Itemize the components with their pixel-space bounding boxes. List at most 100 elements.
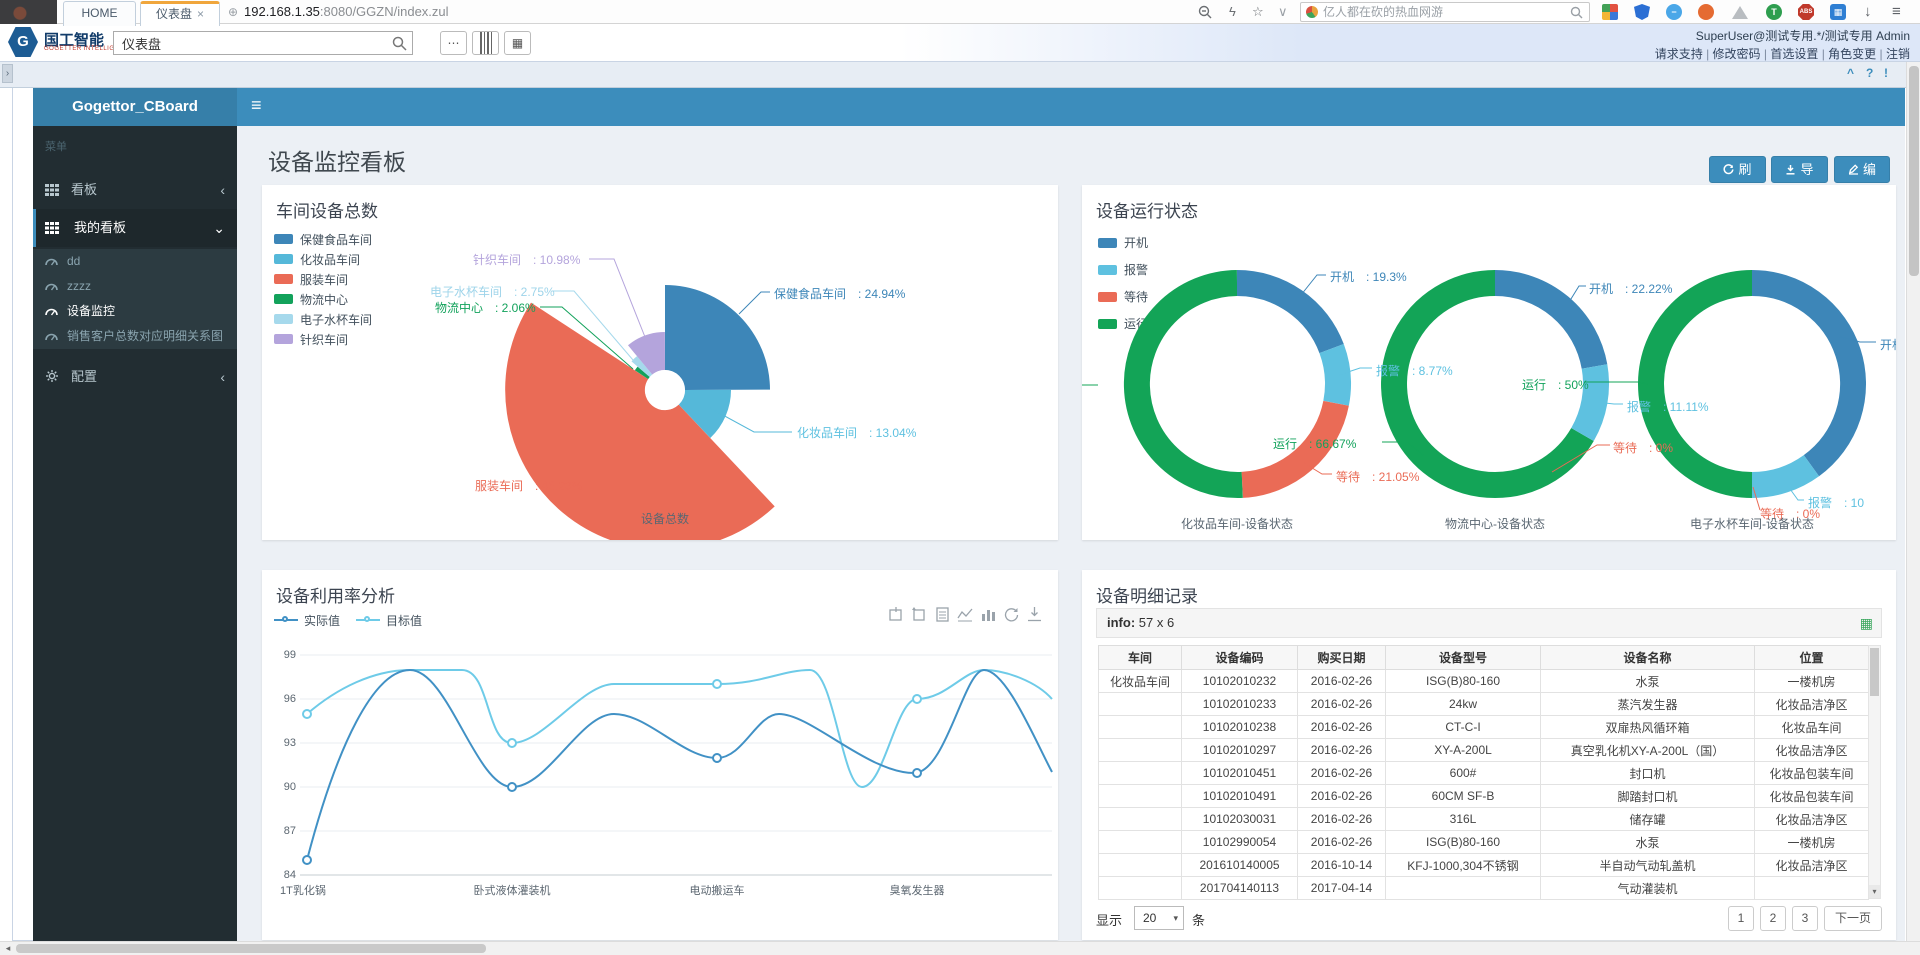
- url-bar[interactable]: 192.168.1.35:8080/GGZN/index.zul: [244, 0, 449, 24]
- next-page-button[interactable]: 下一页: [1824, 906, 1882, 931]
- page-button[interactable]: 1: [1728, 906, 1754, 931]
- tab-home[interactable]: HOME: [63, 1, 136, 26]
- table-scroll-down-icon[interactable]: ▾: [1869, 885, 1880, 898]
- refresh-button[interactable]: 刷新: [1709, 156, 1766, 183]
- table-scrollbar-thumb[interactable]: [1870, 648, 1879, 696]
- cboard-brand[interactable]: Gogettor_CBoard: [33, 88, 237, 126]
- donut1-caption: 化妆品车间-设备状态: [1137, 515, 1337, 532]
- slice-baojian[interactable]: [665, 285, 770, 390]
- more-options-button[interactable]: ⋯: [440, 31, 467, 55]
- sidebar-subitem[interactable]: 设备监控: [33, 299, 237, 324]
- sidebar-subitem[interactable]: zzzz: [33, 274, 237, 299]
- quick-launch-icon[interactable]: ϟ: [1229, 1, 1236, 23]
- browser-extension-block-icon[interactable]: −: [1666, 4, 1682, 20]
- table-header-cell[interactable]: 设备名称: [1541, 646, 1755, 670]
- dropdown-caret-icon[interactable]: ∨: [1278, 1, 1288, 23]
- scrollbar-thumb[interactable]: [1909, 66, 1919, 276]
- help-icon[interactable]: ?: [1866, 66, 1873, 80]
- sidebar-toggle-icon[interactable]: ≡: [251, 95, 262, 116]
- donut-charts[interactable]: [1082, 185, 1896, 540]
- cell-location: 化妆品洁净区: [1755, 808, 1869, 831]
- browser-extension-triangle-icon[interactable]: [1732, 6, 1748, 19]
- tab-dashboard[interactable]: 仪表盘×: [140, 1, 220, 26]
- cell-location: 化妆品包装车间: [1755, 762, 1869, 785]
- account-link[interactable]: 首选设置: [1761, 47, 1819, 61]
- sidebar-item-boards[interactable]: 看板 ‹: [33, 171, 237, 209]
- edit-button[interactable]: 编辑: [1834, 156, 1890, 183]
- page-horizontal-scrollbar[interactable]: ◂: [0, 941, 1920, 955]
- tab-home-label: HOME: [82, 6, 118, 20]
- rose-pie-chart[interactable]: [262, 185, 1058, 540]
- scroll-left-icon[interactable]: ◂: [2, 942, 14, 955]
- qr-code-button[interactable]: ▦: [504, 31, 531, 55]
- donut2-label-baojing: 报警 : 11.11%: [1627, 398, 1709, 415]
- table-export-icon[interactable]: ▦: [1860, 609, 1873, 637]
- export-button[interactable]: 导出: [1771, 156, 1828, 183]
- y-tick: 93: [276, 737, 296, 749]
- cell-model: [1386, 877, 1541, 900]
- downloads-icon[interactable]: ↓: [1864, 0, 1872, 24]
- page-button[interactable]: 3: [1792, 906, 1818, 931]
- app-search-input[interactable]: [113, 31, 413, 55]
- table-header-cell[interactable]: 车间: [1099, 646, 1182, 670]
- zoom-out-icon[interactable]: [1198, 5, 1212, 19]
- app-search-icon[interactable]: [392, 36, 407, 51]
- donut2-label-dengdai: 等待 : 0%: [1613, 439, 1673, 456]
- table-header-cell[interactable]: 设备编码: [1182, 646, 1298, 670]
- sidebar-subitem[interactable]: dd: [33, 249, 237, 274]
- donut-cup[interactable]: [1651, 283, 1853, 485]
- favorites-icon[interactable]: ☆: [1252, 1, 1264, 23]
- table-scrollbar[interactable]: ▾: [1868, 645, 1881, 899]
- search-suggestion-text[interactable]: 亿人都在砍的热血网游: [1323, 3, 1443, 21]
- browser-extension-shield-icon[interactable]: [1634, 4, 1650, 20]
- sidebar-subitem[interactable]: 销售客户总数对应明细关系图: [33, 324, 237, 349]
- table-row[interactable]: 10102010233 2016-02-26 24kw 蒸汽发生器 化妆品洁净区: [1099, 693, 1869, 716]
- table-header-row: 车间设备编码购买日期设备型号设备名称位置: [1099, 646, 1869, 670]
- table-row[interactable]: 201610140005 2016-10-14 KFJ-1000,304不锈钢 …: [1099, 854, 1869, 877]
- browser-extension-app-icon[interactable]: ▦: [1830, 4, 1846, 20]
- browser-extension-hand-icon[interactable]: [1698, 4, 1714, 20]
- search-icon[interactable]: [1570, 6, 1583, 19]
- tab-close-icon[interactable]: ×: [197, 7, 204, 21]
- browser-menu-icon[interactable]: ≡: [1892, 0, 1901, 24]
- browser-extension-grid-icon[interactable]: [1602, 4, 1618, 20]
- sidebar-item-label: 我的看板: [74, 220, 126, 235]
- actual-markers[interactable]: [303, 754, 921, 864]
- table-row[interactable]: 10102030031 2016-02-26 316L 储存罐 化妆品洁净区: [1099, 808, 1869, 831]
- collapse-icon[interactable]: ^: [1847, 66, 1854, 80]
- table-row[interactable]: 10102010451 2016-02-26 600# 封口机 化妆品包装车间: [1099, 762, 1869, 785]
- panel-expander[interactable]: ›: [2, 64, 13, 83]
- account-link[interactable]: 角色变更: [1818, 47, 1876, 61]
- table-row[interactable]: 化妆品车间 10102010232 2016-02-26 ISG(B)80-16…: [1099, 670, 1869, 693]
- table-row[interactable]: 10102010491 2016-02-26 60CM SF-B 脚踏封口机 化…: [1099, 785, 1869, 808]
- refresh-icon: [1723, 164, 1734, 175]
- table-header-cell[interactable]: 设备型号: [1386, 646, 1541, 670]
- page-vertical-scrollbar[interactable]: [1906, 62, 1920, 941]
- sidebar-item-label: 看板: [71, 182, 97, 197]
- page-size-select[interactable]: 20 ▾: [1134, 906, 1184, 930]
- donut-cosmetics[interactable]: [1137, 283, 1338, 485]
- table-header-cell[interactable]: 位置: [1755, 646, 1869, 670]
- table-row[interactable]: 10102010238 2016-02-26 CT-C-I 双扉热风循环箱 化妆…: [1099, 716, 1869, 739]
- series-target-line[interactable]: [307, 670, 1052, 787]
- account-link[interactable]: 注销: [1876, 47, 1910, 61]
- browser-extension-t-icon[interactable]: T: [1766, 4, 1782, 20]
- table-row[interactable]: 201704140113 2017-04-14 气动灌装机: [1099, 877, 1869, 900]
- account-link[interactable]: 修改密码: [1703, 47, 1761, 61]
- sidebar-item-my-boards[interactable]: 我的看板 ⌄: [33, 209, 237, 247]
- browser-extension-abs-icon[interactable]: ABS: [1798, 4, 1814, 20]
- url-security-icon[interactable]: ⊕: [228, 0, 238, 24]
- table-row[interactable]: 10102990054 2016-02-26 ISG(B)80-160 水泵 一…: [1099, 831, 1869, 854]
- notice-icon[interactable]: !: [1884, 66, 1888, 80]
- cell-purchase-date: 2016-10-14: [1298, 854, 1386, 877]
- sidebar-item-config[interactable]: 配置 ‹: [33, 358, 237, 396]
- account-link[interactable]: 请求支持: [1655, 47, 1703, 61]
- scrollbar-thumb[interactable]: [16, 944, 486, 953]
- table-header-cell[interactable]: 购买日期: [1298, 646, 1386, 670]
- table-row[interactable]: 10102010297 2016-02-26 XY-A-200L 真空乳化机XY…: [1099, 739, 1869, 762]
- info-label: info:: [1107, 615, 1135, 630]
- barcode-button[interactable]: [472, 31, 499, 55]
- pagination: 123 下一页: [1728, 906, 1882, 931]
- browser-search-box[interactable]: 亿人都在砍的热血网游: [1300, 2, 1590, 22]
- page-button[interactable]: 2: [1760, 906, 1786, 931]
